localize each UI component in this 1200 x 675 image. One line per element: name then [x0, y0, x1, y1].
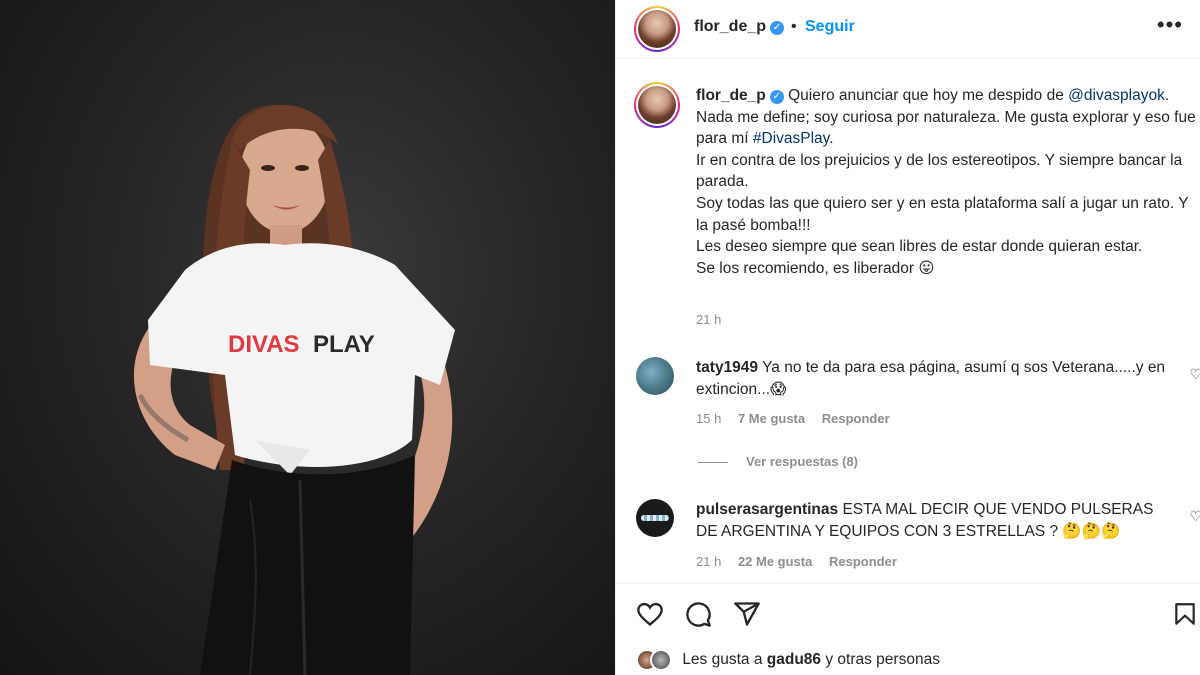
post-photo[interactable]: DIVAS PLAY — [0, 0, 615, 675]
caption-line-4: Soy todas las que quiero ser y en esta p… — [696, 194, 1189, 234]
comment-timestamp[interactable]: 21 h — [696, 554, 721, 569]
bookmark-icon[interactable] — [1172, 600, 1198, 628]
caption-line-5: Les deseo siempre que sean libres de est… — [696, 238, 1143, 256]
comment-meta: 21 h 22 Me gusta Responder — [696, 554, 910, 569]
post-header: flor_de_p ✓ • Seguir ••• — [616, 0, 1200, 58]
comment-username[interactable]: taty1949 — [696, 359, 758, 376]
photo-illustration: DIVAS PLAY — [133, 104, 455, 675]
comment-likes-count[interactable]: 7 Me gusta — [738, 411, 805, 426]
caption-timestamp[interactable]: 21 h — [696, 312, 721, 327]
instagram-post: DIVAS PLAY flor_de_p ✓ • Seguir ••• flor… — [0, 0, 1200, 675]
comment-likes-count[interactable]: 22 Me gusta — [738, 554, 812, 569]
comment-icon[interactable] — [684, 600, 712, 628]
caption-hashtag-link[interactable]: #DivasPlay — [753, 130, 829, 147]
reply-button[interactable]: Responder — [829, 554, 897, 569]
verified-icon: ✓ — [769, 90, 784, 104]
verified-icon: ✓ — [770, 21, 785, 35]
post-details-panel: flor_de_p ✓ • Seguir ••• flor_de_p ✓ Quier… — [615, 0, 1200, 675]
comment-text: Ya no te da para esa página, asumí q sos… — [696, 359, 1166, 398]
author-username[interactable]: flor_de_p ✓ — [694, 18, 785, 36]
replies-divider — [698, 462, 728, 464]
reply-button[interactable]: Responder — [822, 411, 890, 426]
likes-prefix: Les gusta a — [682, 651, 763, 669]
header-separator: • — [791, 18, 797, 35]
view-replies-button[interactable]: Ver respuestas (8) — [698, 454, 858, 469]
caption-hashtag-end: . — [829, 130, 834, 148]
comment-like-heart-icon[interactable]: ♡ — [1189, 366, 1200, 383]
comment-like-heart-icon[interactable]: ♡ — [1189, 508, 1200, 525]
comment-avatar[interactable] — [636, 357, 674, 395]
likes-summary[interactable]: Les gusta a gadu86 y otras personas — [636, 649, 940, 671]
shirt-text-divas: DIVAS — [228, 331, 300, 358]
share-icon[interactable] — [733, 600, 761, 628]
likes-suffix: y otras personas — [825, 651, 940, 669]
follow-button[interactable]: Seguir — [805, 18, 855, 36]
caption-username[interactable]: flor_de_p — [696, 87, 766, 104]
more-icon[interactable]: ••• — [1157, 12, 1183, 38]
post-caption: flor_de_p ✓ Quiero anunciar que hoy me de… — [696, 85, 1196, 279]
liker-username[interactable]: gadu86 — [767, 651, 821, 668]
caption-mention-link[interactable]: @divasplayok — [1068, 87, 1165, 104]
bracelet-icon — [641, 515, 669, 521]
caption-line-6: Se los recomiendo, es liberador 😛 — [696, 259, 935, 277]
author-avatar[interactable] — [634, 6, 680, 52]
comment-2: pulserasargentinas ESTA MAL DECIR QUE VE… — [696, 499, 1176, 543]
comment-timestamp[interactable]: 15 h — [696, 411, 721, 426]
shirt-text-play: PLAY — [313, 331, 375, 358]
caption-line-3: Ir en contra de los prejuicios y de los … — [696, 151, 1183, 191]
comment-1: taty1949 Ya no te da para esa página, as… — [696, 357, 1176, 401]
caption-avatar[interactable] — [634, 82, 680, 128]
heart-icon[interactable] — [636, 600, 664, 628]
comment-avatar[interactable] — [636, 499, 674, 537]
view-replies-label: Ver respuestas (8) — [746, 454, 859, 469]
caption-mention-end: . — [1164, 87, 1170, 104]
comment-username[interactable]: pulserasargentinas — [696, 501, 838, 518]
caption-intro: Quiero anunciar que hoy me despido de — [788, 87, 1064, 104]
liker-avatar — [650, 649, 672, 671]
comment-meta: 15 h 7 Me gusta Responder — [696, 411, 903, 426]
